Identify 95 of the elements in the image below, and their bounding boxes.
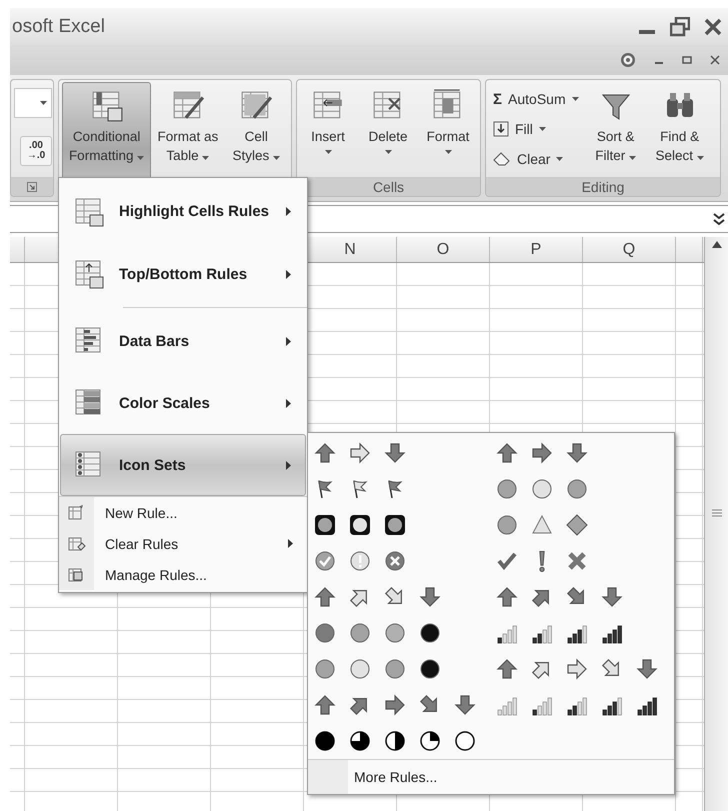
arrow-icon (496, 586, 518, 608)
column-header[interactable]: Q (583, 237, 676, 262)
caret-icon (137, 156, 144, 160)
arrow-icon (384, 442, 406, 464)
traffic-light-icon (384, 514, 406, 536)
group-label: Cells (372, 178, 404, 194)
table-icon (73, 196, 105, 228)
exclamation-icon (539, 550, 545, 572)
caret-icon (628, 156, 636, 160)
arrow-icon (314, 694, 336, 716)
traffic-light-icon (314, 514, 336, 536)
table-icon (73, 258, 105, 290)
delete-button[interactable]: Delete (360, 82, 416, 175)
arrow-icon (601, 586, 623, 608)
menu-item[interactable]: More Rules... (354, 769, 438, 785)
table-icon (90, 89, 124, 123)
expand-icon[interactable] (712, 211, 726, 227)
decrease-decimal-button[interactable]: .00 →.0 (20, 136, 52, 166)
group-label: Editing (582, 178, 624, 194)
autosum-button[interactable]: Σ AutoSum (489, 84, 583, 114)
circle-icon (531, 478, 553, 500)
pie-icon (419, 730, 441, 752)
restore-icon[interactable] (682, 55, 692, 65)
caret-icon (538, 127, 546, 131)
arrow-icon (419, 586, 441, 608)
arrow-icon (314, 442, 336, 464)
close-icon[interactable] (710, 55, 720, 65)
caret-icon (572, 97, 579, 101)
circle-icon (314, 658, 336, 680)
caret-icon (273, 156, 280, 160)
check-circle-icon (314, 550, 336, 572)
arrow-icon (349, 442, 371, 464)
arrow-icon (384, 694, 406, 716)
arrow-icon (566, 658, 588, 680)
traffic-light-icon (349, 514, 371, 536)
caret-icon (696, 156, 704, 160)
arrow-icon (566, 442, 588, 464)
rule-icon (68, 534, 86, 552)
arrow-icon (636, 658, 658, 680)
circle-icon (314, 622, 336, 644)
triangle-icon (531, 514, 553, 536)
circle-icon (384, 658, 406, 680)
clear-button[interactable]: Clear (489, 144, 583, 174)
pie-icon (454, 730, 476, 752)
scroll-up-icon[interactable] (710, 239, 722, 249)
exclamation-circle-icon (349, 550, 371, 572)
menu-item[interactable]: New Rule... (59, 496, 307, 528)
find-select-button[interactable]: Find & Select (648, 82, 711, 175)
caret-icon (324, 150, 332, 154)
rule-icon (68, 566, 86, 584)
caret-icon (202, 156, 210, 160)
arrow-icon (314, 586, 336, 608)
circle-icon (349, 622, 371, 644)
insert-button[interactable]: Insert (300, 82, 356, 175)
arrow-icon (496, 658, 518, 680)
caret-icon (556, 157, 564, 161)
restore-icon[interactable] (670, 16, 690, 36)
menu-item[interactable]: Icon Sets (60, 434, 306, 496)
circle-icon (384, 622, 406, 644)
circle-icon (496, 514, 518, 536)
column-header[interactable]: O (397, 237, 490, 262)
arrow-icon (454, 694, 476, 716)
scroll-grip-icon[interactable] (712, 509, 722, 517)
arrow-icon (531, 442, 553, 464)
rule-icon (68, 504, 86, 522)
dialog-launcher-icon[interactable] (27, 182, 37, 192)
pie-icon (384, 730, 406, 752)
pie-icon (349, 730, 371, 752)
sort-filter-button[interactable]: Sort & Filter (584, 82, 647, 175)
fill-button[interactable]: Fill (489, 114, 583, 144)
window-title: osoft Excel (12, 16, 105, 38)
circle-icon (496, 478, 518, 500)
menu-item[interactable]: Color Scales (60, 372, 306, 434)
caret-icon (384, 150, 392, 154)
number-format-field[interactable] (14, 88, 52, 118)
close-icon[interactable] (704, 18, 722, 36)
fill-down-icon (493, 121, 509, 137)
menu-item[interactable]: Top/Bottom Rules (60, 243, 306, 305)
menu-item[interactable]: Data Bars (60, 310, 306, 372)
pie-icon (314, 730, 336, 752)
circle-icon (566, 478, 588, 500)
diamond-icon (566, 514, 588, 536)
sigma-icon: Σ (493, 90, 502, 108)
caret-icon (40, 101, 47, 105)
circle-icon (349, 658, 371, 680)
check-icon (496, 550, 518, 572)
format-button[interactable]: Format (420, 82, 476, 175)
vertical-scrollbar[interactable] (704, 237, 728, 811)
arrow-icon (496, 442, 518, 464)
cross-icon (566, 550, 588, 572)
circle-icon (419, 622, 441, 644)
circle-icon (419, 658, 441, 680)
cross-circle-icon (384, 550, 406, 572)
column-header[interactable]: P (490, 237, 583, 262)
caret-icon (444, 150, 452, 154)
